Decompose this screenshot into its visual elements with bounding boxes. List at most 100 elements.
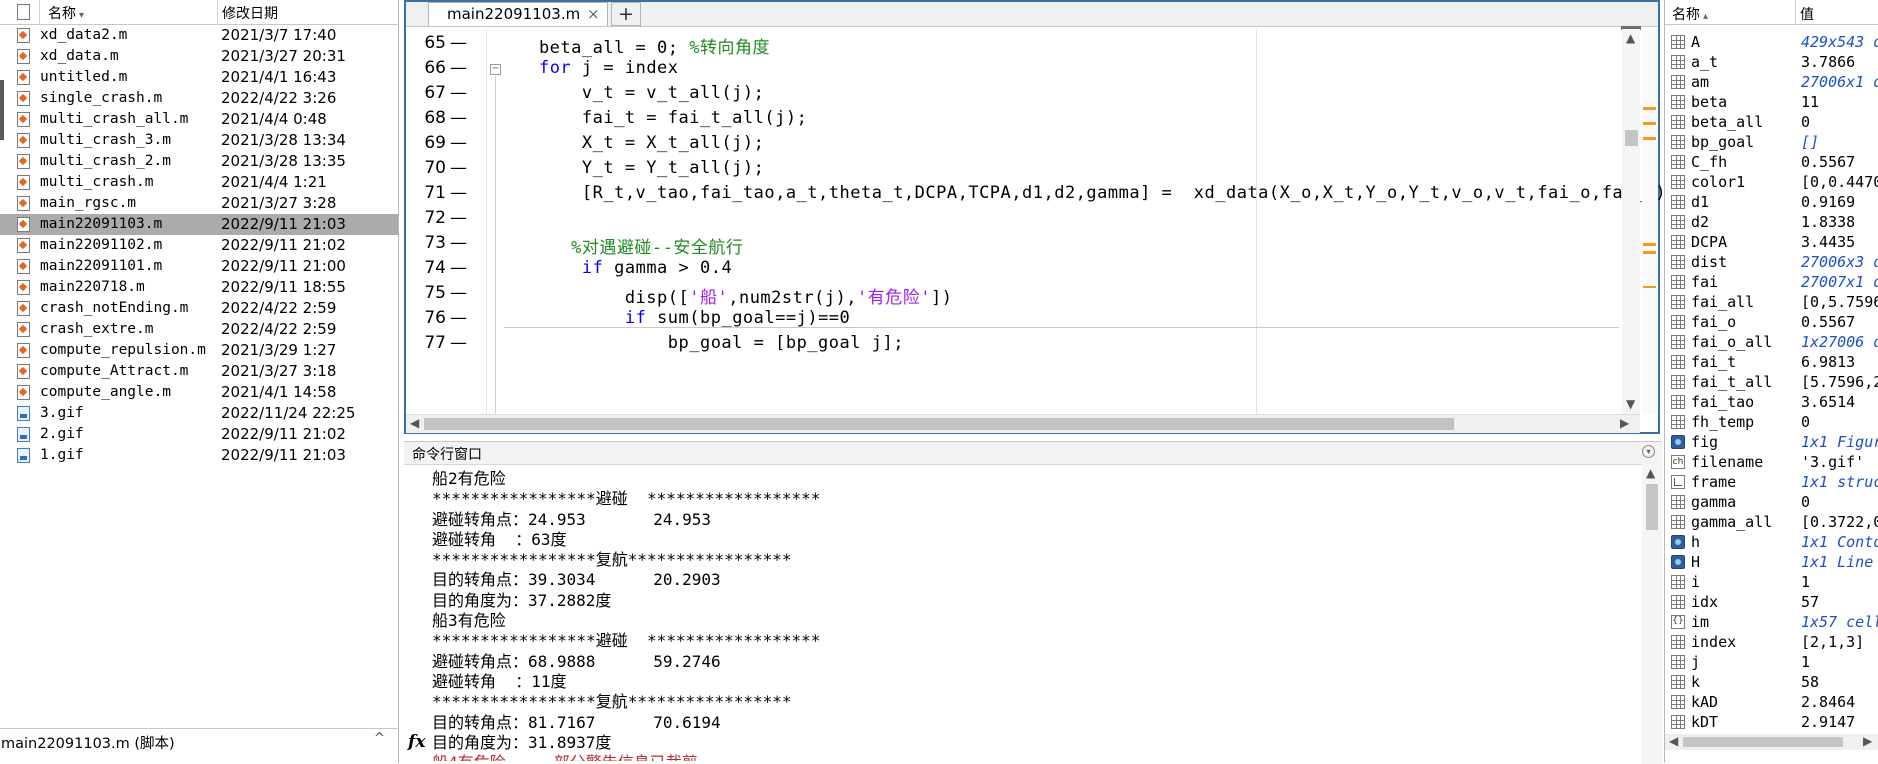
variable-row[interactable]: am 27006x1 d <box>1665 72 1878 92</box>
workspace-horizontal-scrollbar[interactable]: ◀ ▶ <box>1665 734 1878 750</box>
column-header-date[interactable]: 修改日期 <box>222 3 278 23</box>
breakpoint-marker[interactable]: — <box>450 233 467 253</box>
scroll-right-icon[interactable]: ▶ <box>1863 734 1872 748</box>
column-header-value[interactable]: 值 <box>1800 4 1814 24</box>
file-row[interactable]: compute_repulsion.m 2021/3/29 1:27 <box>0 340 398 361</box>
column-header-name[interactable]: 名称 ▾ <box>48 3 84 23</box>
file-row[interactable]: crash_notEnding.m 2022/4/22 2:59 <box>0 298 398 319</box>
close-icon[interactable]: × <box>587 5 600 23</box>
variable-row[interactable]: fai_t 6.9813 <box>1665 352 1878 372</box>
file-row[interactable]: untitled.m 2021/4/1 16:43 <box>0 67 398 88</box>
variable-row[interactable]: a_t 3.7866 <box>1665 52 1878 72</box>
variable-row[interactable]: fh_temp 0 <box>1665 412 1878 432</box>
variable-row[interactable]: j1 <box>1665 652 1878 672</box>
breakpoint-marker[interactable]: — <box>450 33 467 53</box>
file-row[interactable]: multi_crash_3.m 2021/3/28 13:34 <box>0 130 398 151</box>
breakpoint-marker[interactable]: — <box>450 308 467 328</box>
variable-row[interactable]: i1 <box>1665 572 1878 592</box>
variable-row[interactable]: kDT 2.9147 <box>1665 712 1878 732</box>
variable-row[interactable]: fai_tao 3.6514 <box>1665 392 1878 412</box>
variable-row[interactable]: gamma_all [0.3722,0 <box>1665 512 1878 532</box>
scroll-thumb[interactable] <box>1683 737 1843 747</box>
breakpoint-marker[interactable]: — <box>450 208 467 228</box>
file-row[interactable]: multi_crash.m 2021/4/4 1:21 <box>0 172 398 193</box>
fold-toggle-icon[interactable]: − <box>490 64 501 75</box>
variable-row[interactable]: d1 0.9169 <box>1665 192 1878 212</box>
chevron-up-icon[interactable]: ^ <box>374 731 385 746</box>
code-area[interactable]: 65— beta_all = 0; %转向角度 66— for j = index… <box>406 29 1676 414</box>
file-row[interactable]: xd_data2.m 2021/3/7 17:40 <box>0 25 398 46</box>
file-name: crash_notEnding.m <box>40 300 189 316</box>
file-row[interactable]: 1.gif 2022/9/11 21:03 <box>0 445 398 466</box>
file-row[interactable]: multi_crash_2.m 2021/3/28 13:35 <box>0 151 398 172</box>
panel-edge-handle[interactable] <box>0 80 4 140</box>
variable-row[interactable]: d2 1.8338 <box>1665 212 1878 232</box>
file-row[interactable]: crash_extre.m 2022/4/22 2:59 <box>0 319 398 340</box>
variable-row[interactable]: DCPA 3.4435 <box>1665 232 1878 252</box>
file-row[interactable]: compute_Attract.m 2021/3/27 3:18 <box>0 361 398 382</box>
scroll-thumb[interactable] <box>424 418 1454 430</box>
scroll-thumb[interactable] <box>1646 484 1658 530</box>
file-row[interactable]: main220718.m 2022/9/11 18:55 <box>0 277 398 298</box>
variable-row[interactable]: {} im 1x57 cell <box>1665 612 1878 632</box>
variable-row[interactable]: fai_all [0,5.7596 <box>1665 292 1878 312</box>
variable-row[interactable]: bp_goal [] <box>1665 132 1878 152</box>
variable-row[interactable]: C_fh 0.5567 <box>1665 152 1878 172</box>
variable-row[interactable]: frame 1x1 struct <box>1665 472 1878 492</box>
variable-row[interactable]: index [2,1,3] <box>1665 632 1878 652</box>
variable-row[interactable]: fig 1x1 Figure <box>1665 432 1878 452</box>
variable-row[interactable]: dist 27006x3 d <box>1665 252 1878 272</box>
variable-row[interactable]: kAD 2.8464 <box>1665 692 1878 712</box>
breakpoint-marker[interactable]: — <box>450 158 467 178</box>
scroll-left-icon[interactable]: ◀ <box>410 416 419 430</box>
variable-row[interactable]: A 429x543 d <box>1665 32 1878 52</box>
breakpoint-marker[interactable]: — <box>450 133 467 153</box>
file-row[interactable]: main_rgsc.m 2021/3/27 3:28 <box>0 193 398 214</box>
file-row[interactable]: single_crash.m 2022/4/22 3:26 <box>0 88 398 109</box>
scroll-right-icon[interactable]: ▶ <box>1620 416 1629 430</box>
variable-row[interactable]: fai_o_all 1x27006 d <box>1665 332 1878 352</box>
file-row[interactable]: multi_crash_all.m 2021/4/4 0:48 <box>0 109 398 130</box>
variable-row[interactable]: k 58 <box>1665 672 1878 692</box>
scroll-up-icon[interactable]: ▲ <box>1646 466 1655 480</box>
breakpoint-marker[interactable]: — <box>450 83 467 103</box>
editor-vertical-scrollbar[interactable]: ▲ ▼ <box>1622 29 1640 414</box>
file-row[interactable]: main22091103.m 2022/9/11 21:03 <box>0 214 398 235</box>
file-row[interactable]: main22091101.m 2022/9/11 21:00 <box>0 256 398 277</box>
variable-row[interactable]: idx 57 <box>1665 592 1878 612</box>
function-browser-icon[interactable]: fx <box>408 732 425 752</box>
panel-menu-icon[interactable]: ▾ <box>1642 445 1655 458</box>
variable-row[interactable]: beta 11 <box>1665 92 1878 112</box>
column-header-name[interactable]: 名称 ▴ <box>1672 4 1708 24</box>
scroll-left-icon[interactable]: ◀ <box>1669 734 1678 748</box>
file-row[interactable]: main22091102.m 2022/9/11 21:02 <box>0 235 398 256</box>
breakpoint-marker[interactable]: — <box>450 183 467 203</box>
variable-row[interactable]: gamma 0 <box>1665 492 1878 512</box>
breakpoint-marker[interactable]: — <box>450 58 467 78</box>
variable-row[interactable]: ch filename '3.gif' <box>1665 452 1878 472</box>
variable-row[interactable]: color1 [0,0.4470 <box>1665 172 1878 192</box>
scroll-up-icon[interactable]: ▲ <box>1626 31 1635 45</box>
breakpoint-marker[interactable]: — <box>450 108 467 128</box>
file-row[interactable]: 2.gif 2022/9/11 21:02 <box>0 424 398 445</box>
tab-main22091103[interactable]: main22091103.m × <box>428 2 608 26</box>
variable-row[interactable]: fai 27007x1 d <box>1665 272 1878 292</box>
breakpoint-marker[interactable]: — <box>450 258 467 278</box>
variable-row[interactable]: fai_t_all [5.7596,2 <box>1665 372 1878 392</box>
scroll-down-icon[interactable]: ▼ <box>1626 397 1635 411</box>
variable-row[interactable]: fai_o 0.5567 <box>1665 312 1878 332</box>
variable-row[interactable]: beta_all 0 <box>1665 112 1878 132</box>
command-window-scrollbar[interactable]: ▲ <box>1642 464 1662 764</box>
file-row[interactable]: compute_angle.m 2021/4/1 14:58 <box>0 382 398 403</box>
variable-row[interactable]: h 1x1 Conto <box>1665 532 1878 552</box>
code-line[interactable]: 77— bp_goal = [bp_goal j]; <box>406 329 1619 359</box>
variable-row[interactable]: H 1x1 Line <box>1665 552 1878 572</box>
code-analyzer-bar[interactable] <box>1642 29 1658 414</box>
breakpoint-marker[interactable]: — <box>450 333 467 353</box>
file-row[interactable]: 3.gif 2022/11/24 22:25 <box>0 403 398 424</box>
scroll-thumb[interactable] <box>1625 130 1638 146</box>
new-tab-button[interactable]: + <box>611 2 641 26</box>
editor-horizontal-scrollbar[interactable]: ◀ ▶ <box>406 414 1640 433</box>
breakpoint-marker[interactable]: — <box>450 283 467 303</box>
file-row[interactable]: xd_data.m 2021/3/27 20:31 <box>0 46 398 67</box>
